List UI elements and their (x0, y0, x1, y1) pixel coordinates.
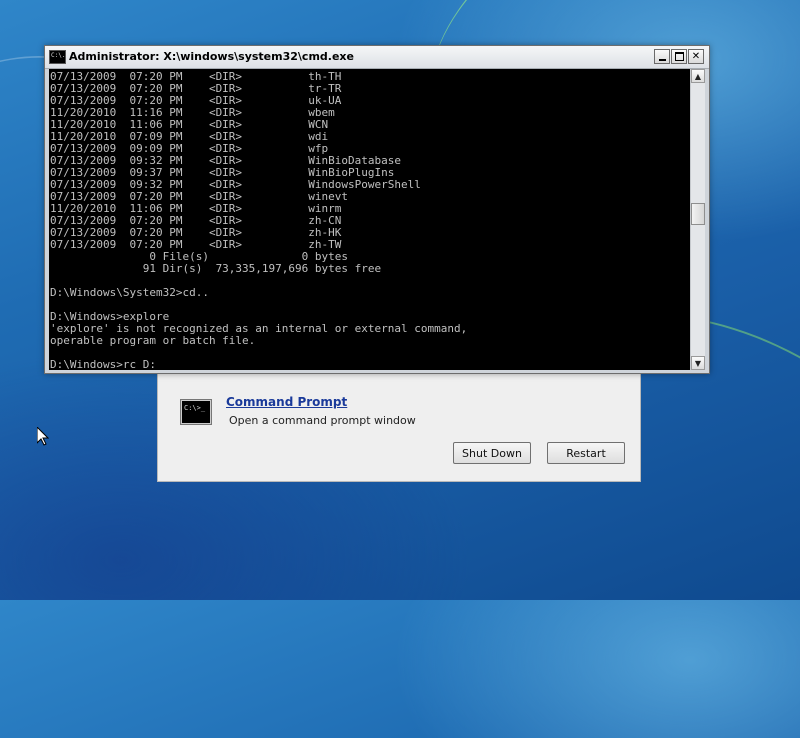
command-prompt-link[interactable]: Command Prompt (226, 395, 347, 409)
console-output[interactable]: 07/13/2009 07:20 PM <DIR> th-TH 07/13/200… (49, 69, 692, 370)
restart-button[interactable]: Restart (547, 442, 625, 464)
title-bar[interactable]: C:\. Administrator: X:\windows\system32\… (45, 46, 709, 69)
up-arrow-icon: ▲ (694, 71, 702, 81)
mouse-pointer-icon (37, 427, 49, 446)
command-prompt-icon-glyph: C:\>_ (184, 404, 206, 412)
scrollbar-thumb[interactable] (691, 203, 705, 226)
console-line: D:\Windows\System32>cd.. (50, 286, 209, 299)
command-prompt-description: Open a command prompt window (229, 414, 416, 427)
down-arrow-icon: ▼ (694, 358, 702, 368)
command-prompt-icon[interactable]: C:\>_ (180, 399, 212, 425)
vertical-scrollbar[interactable]: ▲ ▼ (690, 69, 705, 370)
console-app-icon-glyph: C:\. (51, 52, 66, 59)
close-icon: ✕ (691, 50, 701, 62)
console-line: operable program or batch file. (50, 334, 256, 347)
maximize-button[interactable] (671, 49, 687, 64)
scroll-down-button[interactable]: ▼ (691, 356, 705, 370)
minimize-button[interactable] (654, 49, 670, 64)
console-line: 91 Dir(s) 73,335,197,696 bytes free (50, 262, 382, 275)
maximize-icon (674, 52, 684, 61)
console-line: D:\Windows>rc D: (50, 358, 156, 371)
scroll-up-button[interactable]: ▲ (691, 69, 705, 83)
command-prompt-window[interactable]: C:\. Administrator: X:\windows\system32\… (44, 45, 710, 374)
shut-down-button[interactable]: Shut Down (453, 442, 531, 464)
system-recovery-dialog: C:\>_ Command Prompt Open a command prom… (157, 368, 641, 482)
close-button[interactable]: ✕ (688, 49, 704, 64)
window-title: Administrator: X:\windows\system32\cmd.e… (69, 50, 354, 63)
console-text: 07/13/2009 07:20 PM <DIR> th-TH 07/13/200… (50, 71, 467, 371)
minimize-icon (658, 58, 666, 61)
console-app-icon[interactable]: C:\. (49, 50, 66, 64)
